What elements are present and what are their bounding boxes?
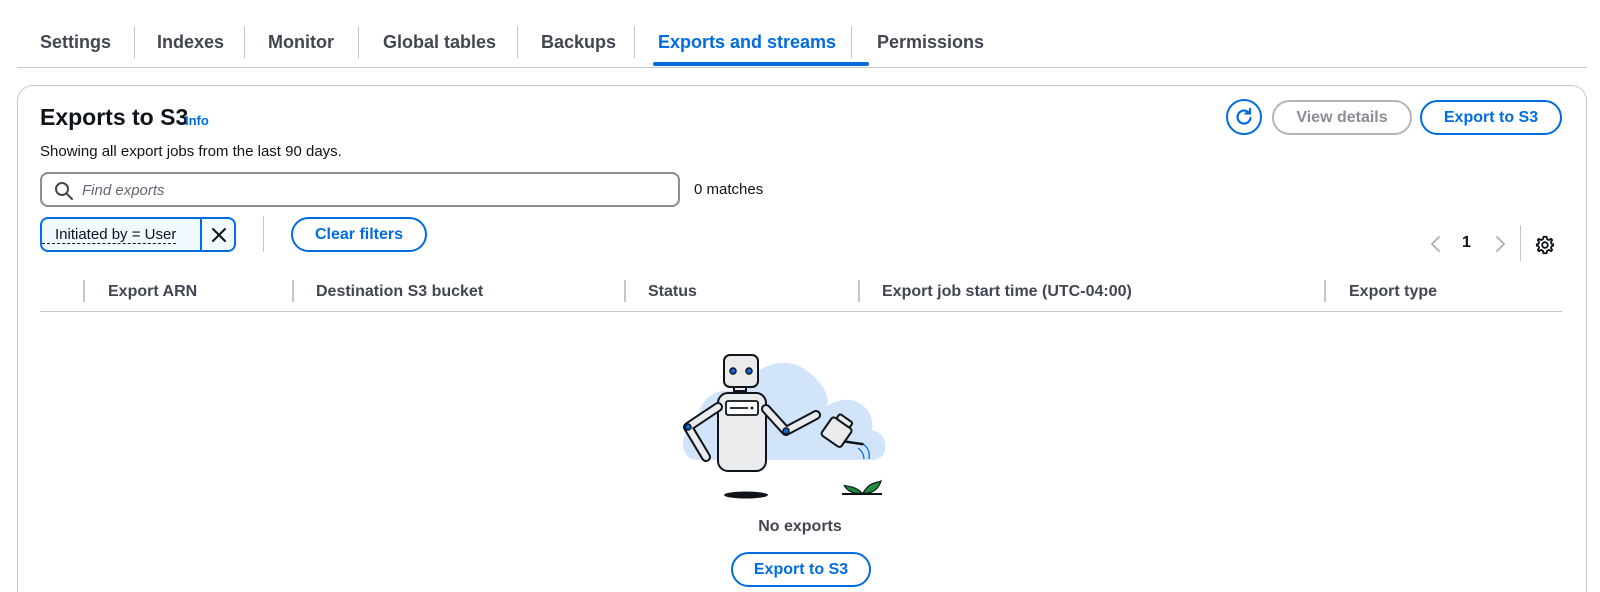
empty-state-title: No exports	[758, 518, 842, 535]
tab-divider	[358, 26, 359, 58]
robot-illustration	[683, 354, 886, 499]
chevron-right-icon	[1496, 236, 1505, 252]
header-description: Showing all export jobs from the last 90…	[40, 143, 342, 160]
tab-monitor[interactable]: Monitor	[268, 18, 334, 66]
close-icon	[212, 227, 226, 242]
column-header-status[interactable]: Status	[648, 283, 697, 301]
export-to-s3-button[interactable]: Export to S3	[1420, 100, 1562, 135]
refresh-button[interactable]	[1226, 99, 1262, 135]
tab-settings[interactable]: Settings	[40, 18, 111, 66]
token-divider	[200, 219, 202, 250]
column-resizer[interactable]	[1324, 280, 1326, 302]
tab-exports-and-streams[interactable]: Exports and streams	[658, 18, 836, 66]
tab-bar: Settings Indexes Monitor Global tables B…	[17, 18, 1587, 68]
refresh-icon	[1236, 107, 1252, 125]
tab-backups[interactable]: Backups	[541, 18, 616, 66]
page-title: Exports to S3	[40, 104, 189, 130]
column-resizer[interactable]	[83, 280, 85, 302]
page-number[interactable]: 1	[1462, 234, 1471, 252]
search-input[interactable]	[82, 178, 662, 202]
previous-page-button[interactable]	[1428, 232, 1444, 256]
clear-filters-button[interactable]: Clear filters	[291, 217, 427, 252]
filter-token: Initiated by = User	[40, 217, 236, 252]
column-header-export-arn[interactable]: Export ARN	[108, 283, 197, 301]
column-resizer[interactable]	[858, 280, 860, 302]
tab-global-tables[interactable]: Global tables	[383, 18, 496, 66]
empty-state-export-to-s3-button[interactable]: Export to S3	[731, 552, 871, 587]
filter-token-label[interactable]: Initiated by = User	[42, 226, 177, 244]
filter-divider	[263, 216, 264, 252]
column-resizer[interactable]	[292, 280, 294, 302]
tab-divider	[244, 26, 245, 58]
column-resizer[interactable]	[624, 280, 626, 302]
gear-icon	[1535, 235, 1555, 255]
tab-divider	[517, 26, 518, 58]
preferences-button[interactable]	[1535, 233, 1555, 257]
chevron-left-icon	[1431, 236, 1440, 252]
tab-permissions[interactable]: Permissions	[877, 18, 984, 66]
matches-count: 0 matches	[694, 181, 764, 198]
view-details-button[interactable]: View details	[1272, 100, 1412, 135]
remove-filter-button[interactable]	[204, 219, 234, 250]
tab-divider	[134, 26, 135, 58]
pagination-divider	[1520, 225, 1521, 261]
active-tab-indicator	[653, 62, 869, 66]
search-field[interactable]	[40, 172, 680, 207]
table-header: Export ARN Destination S3 bucket Status …	[40, 276, 1562, 312]
tab-divider	[851, 26, 852, 58]
tab-indexes[interactable]: Indexes	[157, 18, 224, 66]
column-header-export-job-start-time[interactable]: Export job start time (UTC-04:00)	[882, 283, 1132, 301]
column-header-export-type[interactable]: Export type	[1349, 283, 1437, 301]
tab-divider	[634, 26, 635, 58]
info-link[interactable]: Info	[185, 113, 209, 128]
column-header-destination-s3-bucket[interactable]: Destination S3 bucket	[316, 283, 483, 301]
next-page-button[interactable]	[1492, 232, 1508, 256]
search-icon	[55, 182, 73, 200]
